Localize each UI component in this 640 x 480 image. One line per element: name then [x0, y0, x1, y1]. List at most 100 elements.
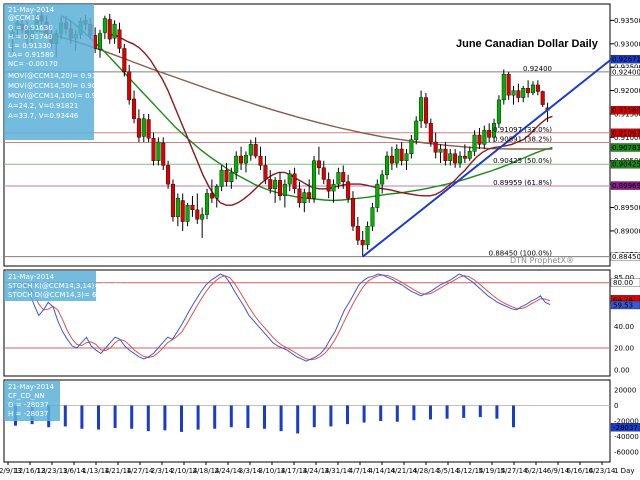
- candle-body-41: [209, 193, 214, 199]
- info-mov50: MOV(@CCM14,50)= 0.90783: [8, 82, 110, 90]
- candle-body-106: [526, 88, 531, 94]
- cot-tick-0: 20000: [614, 386, 636, 394]
- x-tick-label-24: 6/2/14: [525, 467, 548, 475]
- cot-bar-18: [312, 405, 316, 428]
- level-label-3: 0.90425 (50.0%): [493, 157, 552, 165]
- chart-title: June Canadian Dollar Daily: [456, 38, 599, 50]
- candle-body-26: [136, 118, 141, 138]
- info-netchange: NC= -0.00170: [8, 60, 58, 68]
- candle-body-55: [278, 180, 283, 197]
- candle-body-33: [170, 183, 175, 218]
- candle-body-24: [127, 71, 132, 101]
- cot-bar-20: [346, 405, 349, 425]
- candle-body-63: [316, 160, 321, 168]
- x-unit-label: 1 Day: [614, 467, 635, 475]
- cot-bar-4: [80, 405, 84, 429]
- candle-body-98: [487, 130, 492, 138]
- info-date: 21-May-2014: [8, 6, 55, 14]
- candle-body-32: [166, 165, 171, 185]
- candle-body-38: [195, 209, 200, 220]
- candle-body-69: [346, 181, 351, 199]
- candle-body-105: [521, 88, 526, 98]
- candle-body-88: [438, 148, 443, 153]
- candle-body-58: [292, 173, 297, 190]
- price-tag-3: 0.91097: [612, 129, 640, 137]
- candle-body-94: [467, 151, 472, 159]
- candle-body-104: [516, 90, 521, 98]
- price-tag-5: 0.90425: [612, 161, 640, 169]
- candle-body-103: [511, 90, 516, 96]
- stoch-tick-4: 20.00: [614, 345, 634, 353]
- cot-bar-30: [512, 405, 515, 428]
- candle-body-71: [355, 226, 360, 241]
- cot-tag: -28037: [613, 424, 638, 432]
- info-low: L = 0.91330: [8, 42, 51, 50]
- stoch-tag-2: 59.53: [613, 302, 633, 310]
- x-tick-label-27: 6/23/14: [589, 467, 617, 475]
- cot-bar-10: [180, 405, 183, 432]
- cot-bar-14: [246, 405, 250, 428]
- cot-high: H = -28037: [8, 410, 48, 418]
- candle-body-48: [243, 154, 248, 164]
- cot-bar-27: [462, 405, 466, 418]
- candle-body-109: [540, 91, 545, 105]
- price-tick-label-9: 0.89000: [614, 227, 640, 235]
- cot-bar-7: [130, 405, 134, 429]
- price-tick-label-8: 0.89500: [614, 204, 640, 212]
- candle-body-108: [535, 84, 540, 92]
- cot-bar-24: [412, 405, 416, 421]
- candle-body-52: [263, 165, 268, 180]
- cot-open: O = -28037: [8, 401, 49, 409]
- candle-body-73: [365, 226, 370, 246]
- cot-name: CF_CD_NN: [8, 392, 45, 400]
- cot-bar-8: [146, 405, 150, 432]
- candle-body-45: [229, 172, 234, 182]
- candle-body-22: [117, 29, 122, 49]
- info-mov100: MOV(@CCM14,100)= 0.90755: [8, 92, 114, 100]
- candle-body-67: [336, 172, 341, 185]
- candle-body-34: [175, 197, 180, 218]
- candle-body-19: [102, 18, 107, 33]
- candle-body-70: [350, 197, 355, 227]
- candle-body-43: [219, 169, 224, 187]
- stoch-tag-0: 80.00: [613, 279, 633, 287]
- price-tag-0: 0.92671: [612, 56, 640, 64]
- info-mov20: MOV(@CCM14,20)= 0.91454: [8, 72, 110, 80]
- candle-body-79: [394, 148, 399, 164]
- candle-body-54: [273, 180, 278, 190]
- candle-body-66: [331, 183, 336, 192]
- candle-body-60: [302, 192, 307, 204]
- cot-bar-12: [213, 405, 217, 429]
- cot-bar-25: [429, 405, 432, 420]
- candle-body-85: [423, 97, 428, 124]
- cot-bar-22: [379, 405, 383, 421]
- candle-body-77: [385, 155, 390, 175]
- candle-body-36: [185, 204, 190, 222]
- candle-body-61: [307, 192, 312, 199]
- candle-body-27: [141, 118, 146, 137]
- watermark: DTN ProphetX®: [510, 256, 574, 265]
- candle-body-74: [370, 207, 375, 227]
- candle-body-78: [389, 155, 394, 164]
- cot-info-box: 21-May-2014 CF_CD_NN O = -28037 H = -280…: [4, 381, 60, 421]
- candle-body-86: [428, 123, 433, 143]
- info-last: LA= 0.91580: [8, 51, 54, 59]
- info-high: H = 0.91740: [8, 33, 53, 41]
- candle-body-47: [239, 155, 244, 164]
- cot-bar-28: [478, 405, 482, 418]
- candle-body-72: [360, 240, 365, 246]
- candle-body-101: [501, 73, 506, 101]
- candle-body-93: [462, 155, 467, 159]
- price-tick-label-1: 0.93000: [614, 40, 640, 48]
- candle-body-84: [419, 97, 424, 122]
- candle-body-95: [472, 134, 477, 152]
- candle-body-49: [248, 144, 253, 156]
- candle-body-35: [180, 200, 185, 222]
- candle-body-97: [482, 130, 487, 145]
- info-symbol: @CCM14: [8, 14, 40, 22]
- price-tag-1: 0.92400: [612, 68, 640, 76]
- price-tag-6: 0.89969: [612, 182, 640, 190]
- cot-bar-19: [329, 405, 333, 427]
- candle-body-44: [224, 169, 229, 182]
- candle-body-30: [156, 141, 161, 161]
